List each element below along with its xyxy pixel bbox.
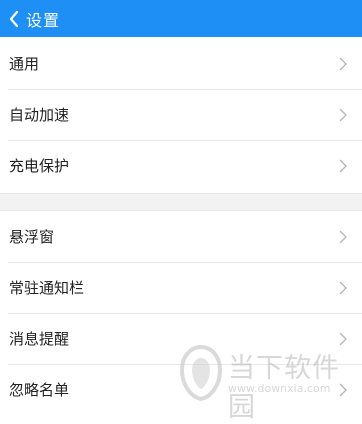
chevron-right-icon <box>339 383 347 396</box>
back-button[interactable] <box>0 0 20 37</box>
chevron-left-icon <box>9 10 19 27</box>
settings-item-label: 忽略名单 <box>9 381 70 399</box>
settings-item-resident-notification[interactable]: 常驻通知栏 <box>0 262 362 313</box>
chevron-right-icon <box>339 332 347 345</box>
settings-item-general[interactable]: 通用 <box>0 38 362 89</box>
settings-item-label: 充电保护 <box>9 157 70 175</box>
chevron-right-icon <box>339 230 347 243</box>
chevron-right-icon <box>339 159 347 172</box>
settings-item-floating-window[interactable]: 悬浮窗 <box>0 211 362 262</box>
settings-item-label: 常驻通知栏 <box>9 279 85 297</box>
settings-item-message-reminder[interactable]: 消息提醒 <box>0 313 362 364</box>
settings-item-label: 自动加速 <box>9 106 70 124</box>
settings-item-auto-boost[interactable]: 自动加速 <box>0 89 362 140</box>
chevron-right-icon <box>339 57 347 70</box>
title-bar: 设置 <box>0 0 362 37</box>
settings-item-label: 消息提醒 <box>9 330 70 348</box>
settings-item-label: 悬浮窗 <box>9 228 55 246</box>
settings-group-notifications: 悬浮窗 常驻通知栏 消息提醒 忽略名单 <box>0 211 362 415</box>
chevron-right-icon <box>339 108 347 121</box>
section-divider <box>0 193 362 211</box>
settings-group-general: 通用 自动加速 充电保护 <box>0 38 362 191</box>
chevron-right-icon <box>339 281 347 294</box>
settings-item-label: 通用 <box>9 55 40 73</box>
settings-item-ignore-list[interactable]: 忽略名单 <box>0 364 362 415</box>
settings-item-charge-protection[interactable]: 充电保护 <box>0 140 362 191</box>
page-title: 设置 <box>26 10 61 30</box>
